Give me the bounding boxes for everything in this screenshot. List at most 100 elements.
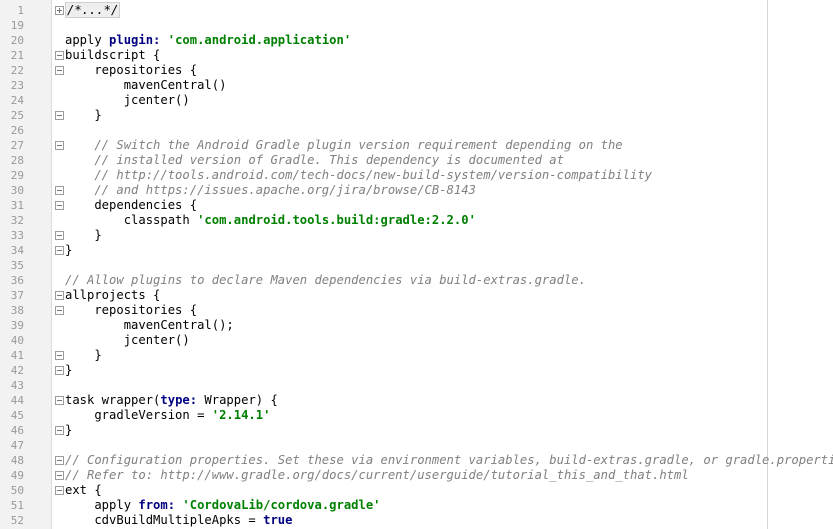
fold-collapse-icon[interactable] [55, 456, 64, 465]
code-lines[interactable]: 1 /*...*/ 19 20 apply plugin: 'com.android.a… [0, 2, 833, 528]
fold-expand-icon[interactable] [55, 6, 64, 15]
code-line[interactable]: 43 [0, 378, 833, 393]
code-line[interactable]: 34} [0, 243, 833, 258]
code-text[interactable]: ext { [65, 483, 102, 498]
code-token: true [263, 513, 293, 527]
code-token: apply [65, 33, 110, 47]
fold-collapse-icon[interactable] [55, 246, 64, 255]
fold-collapse-icon[interactable] [55, 366, 64, 375]
code-text[interactable]: // Allow plugins to declare Maven depend… [65, 273, 586, 288]
code-line[interactable]: 45 gradleVersion = '2.14.1' [0, 408, 833, 423]
code-text[interactable]: // Switch the Android Gradle plugin vers… [65, 138, 622, 153]
code-line[interactable]: 52 cdvBuildMultipleApks = true [0, 513, 833, 528]
code-editor[interactable]: 1 /*...*/ 19 20 apply plugin: 'com.android.a… [0, 0, 833, 529]
code-line[interactable]: 22 repositories { [0, 63, 833, 78]
fold-collapse-icon[interactable] [55, 231, 64, 240]
code-text[interactable]: apply from: 'CordovaLib/cordova.gradle' [65, 498, 380, 513]
code-line[interactable]: 39 mavenCentral(); [0, 318, 833, 333]
fold-collapse-icon[interactable] [55, 141, 64, 150]
fold-collapse-icon[interactable] [55, 426, 64, 435]
code-text[interactable]: } [65, 423, 72, 438]
code-text[interactable]: } [65, 243, 72, 258]
code-line[interactable]: 32 classpath 'com.android.tools.build:gr… [0, 213, 833, 228]
code-text[interactable]: } [65, 228, 101, 243]
code-line[interactable]: 41 } [0, 348, 833, 363]
code-line[interactable]: 46} [0, 423, 833, 438]
line-number: 1 [17, 4, 24, 17]
code-text[interactable]: jcenter() [65, 93, 190, 108]
code-token: repositories { [65, 63, 198, 77]
code-text[interactable]: // and https://issues.apache.org/jira/br… [65, 183, 476, 198]
code-line[interactable]: 24 jcenter() [0, 93, 833, 108]
code-text[interactable]: buildscript { [65, 48, 160, 63]
fold-collapse-icon[interactable] [55, 486, 64, 495]
fold-collapse-icon[interactable] [55, 66, 64, 75]
code-line[interactable]: 51 apply from: 'CordovaLib/cordova.gradl… [0, 498, 833, 513]
fold-collapse-icon[interactable] [55, 396, 64, 405]
fold-collapse-icon[interactable] [55, 291, 64, 300]
code-token: 'com.android.application' [167, 33, 352, 47]
code-line[interactable]: 48 // Configuration properties. Set these… [0, 453, 833, 468]
code-line[interactable]: 44 task wrapper(type: Wrapper) { [0, 393, 833, 408]
code-line[interactable]: 19 [0, 18, 833, 33]
code-text[interactable]: gradleVersion = '2.14.1' [65, 408, 270, 423]
fold-collapse-icon[interactable] [55, 186, 64, 195]
code-line[interactable]: 30 // and https://issues.apache.org/jira… [0, 183, 833, 198]
code-text[interactable]: mavenCentral(); [65, 318, 234, 333]
fold-collapse-icon[interactable] [55, 51, 64, 60]
code-text[interactable]: // Configuration properties. Set these v… [65, 453, 833, 468]
code-text[interactable]: // installed version of Gradle. This dep… [65, 153, 564, 168]
code-token: classpath [65, 213, 198, 227]
fold-collapse-icon[interactable] [55, 111, 64, 120]
code-token: repositories { [65, 303, 198, 317]
code-line[interactable]: 25 } [0, 108, 833, 123]
code-text[interactable]: } [65, 363, 72, 378]
code-line[interactable]: 23 mavenCentral() [0, 78, 833, 93]
code-line[interactable]: 29 // http://tools.android.com/tech-docs… [0, 168, 833, 183]
code-token: // Refer to: http://www.gradle.org/docs/… [65, 468, 689, 482]
code-text[interactable]: repositories { [65, 303, 197, 318]
collapsed-region[interactable]: /*...*/ [65, 2, 121, 18]
code-text[interactable]: } [65, 348, 101, 363]
code-text[interactable]: jcenter() [65, 333, 190, 348]
code-line[interactable]: 42} [0, 363, 833, 378]
line-number: 43 [10, 379, 24, 392]
code-text[interactable]: } [65, 108, 102, 123]
code-line[interactable]: 40 jcenter() [0, 333, 833, 348]
code-text[interactable]: apply plugin: 'com.android.application' [65, 33, 351, 48]
code-text[interactable]: classpath 'com.android.tools.build:gradl… [65, 213, 476, 228]
fold-collapse-icon[interactable] [55, 201, 64, 210]
code-text[interactable]: mavenCentral() [65, 78, 227, 93]
code-line[interactable]: 47 [0, 438, 833, 453]
code-text[interactable]: repositories { [65, 63, 197, 78]
code-token: type: [160, 393, 205, 407]
line-number: 19 [10, 19, 24, 32]
code-line[interactable]: 1 /*...*/ [0, 2, 833, 18]
code-line[interactable]: 26 [0, 123, 833, 138]
code-line[interactable]: 50 ext { [0, 483, 833, 498]
code-line[interactable]: 33 } [0, 228, 833, 243]
code-token: 'com.android.tools.build:gradle:2.2.0' [197, 213, 476, 227]
code-line[interactable]: 38 repositories { [0, 303, 833, 318]
code-line[interactable]: 27 // Switch the Android Gradle plugin v… [0, 138, 833, 153]
code-line[interactable]: 21 buildscript { [0, 48, 833, 63]
fold-collapse-icon[interactable] [55, 351, 64, 360]
code-line[interactable]: 36 // Allow plugins to declare Maven depe… [0, 273, 833, 288]
code-text[interactable]: /*...*/ [65, 2, 121, 18]
code-text[interactable]: cdvBuildMultipleApks = true [65, 513, 292, 528]
code-text[interactable]: dependencies { [65, 198, 197, 213]
code-line[interactable]: 49 // Refer to: http://www.gradle.org/doc… [0, 468, 833, 483]
code-text[interactable]: task wrapper(type: Wrapper) { [65, 393, 278, 408]
code-line[interactable]: 28 // installed version of Gradle. This … [0, 153, 833, 168]
code-text[interactable]: // http://tools.android.com/tech-docs/ne… [65, 168, 652, 183]
code-line[interactable]: 31 dependencies { [0, 198, 833, 213]
code-line[interactable]: 35 [0, 258, 833, 273]
code-text[interactable]: // Refer to: http://www.gradle.org/docs/… [65, 468, 689, 483]
fold-collapse-icon[interactable] [55, 306, 64, 315]
line-number: 24 [10, 94, 24, 107]
code-text[interactable]: allprojects { [65, 288, 160, 303]
fold-collapse-icon[interactable] [55, 471, 64, 480]
code-token: } [65, 108, 102, 122]
code-line[interactable]: 20 apply plugin: 'com.android.application… [0, 33, 833, 48]
code-line[interactable]: 37 allprojects { [0, 288, 833, 303]
